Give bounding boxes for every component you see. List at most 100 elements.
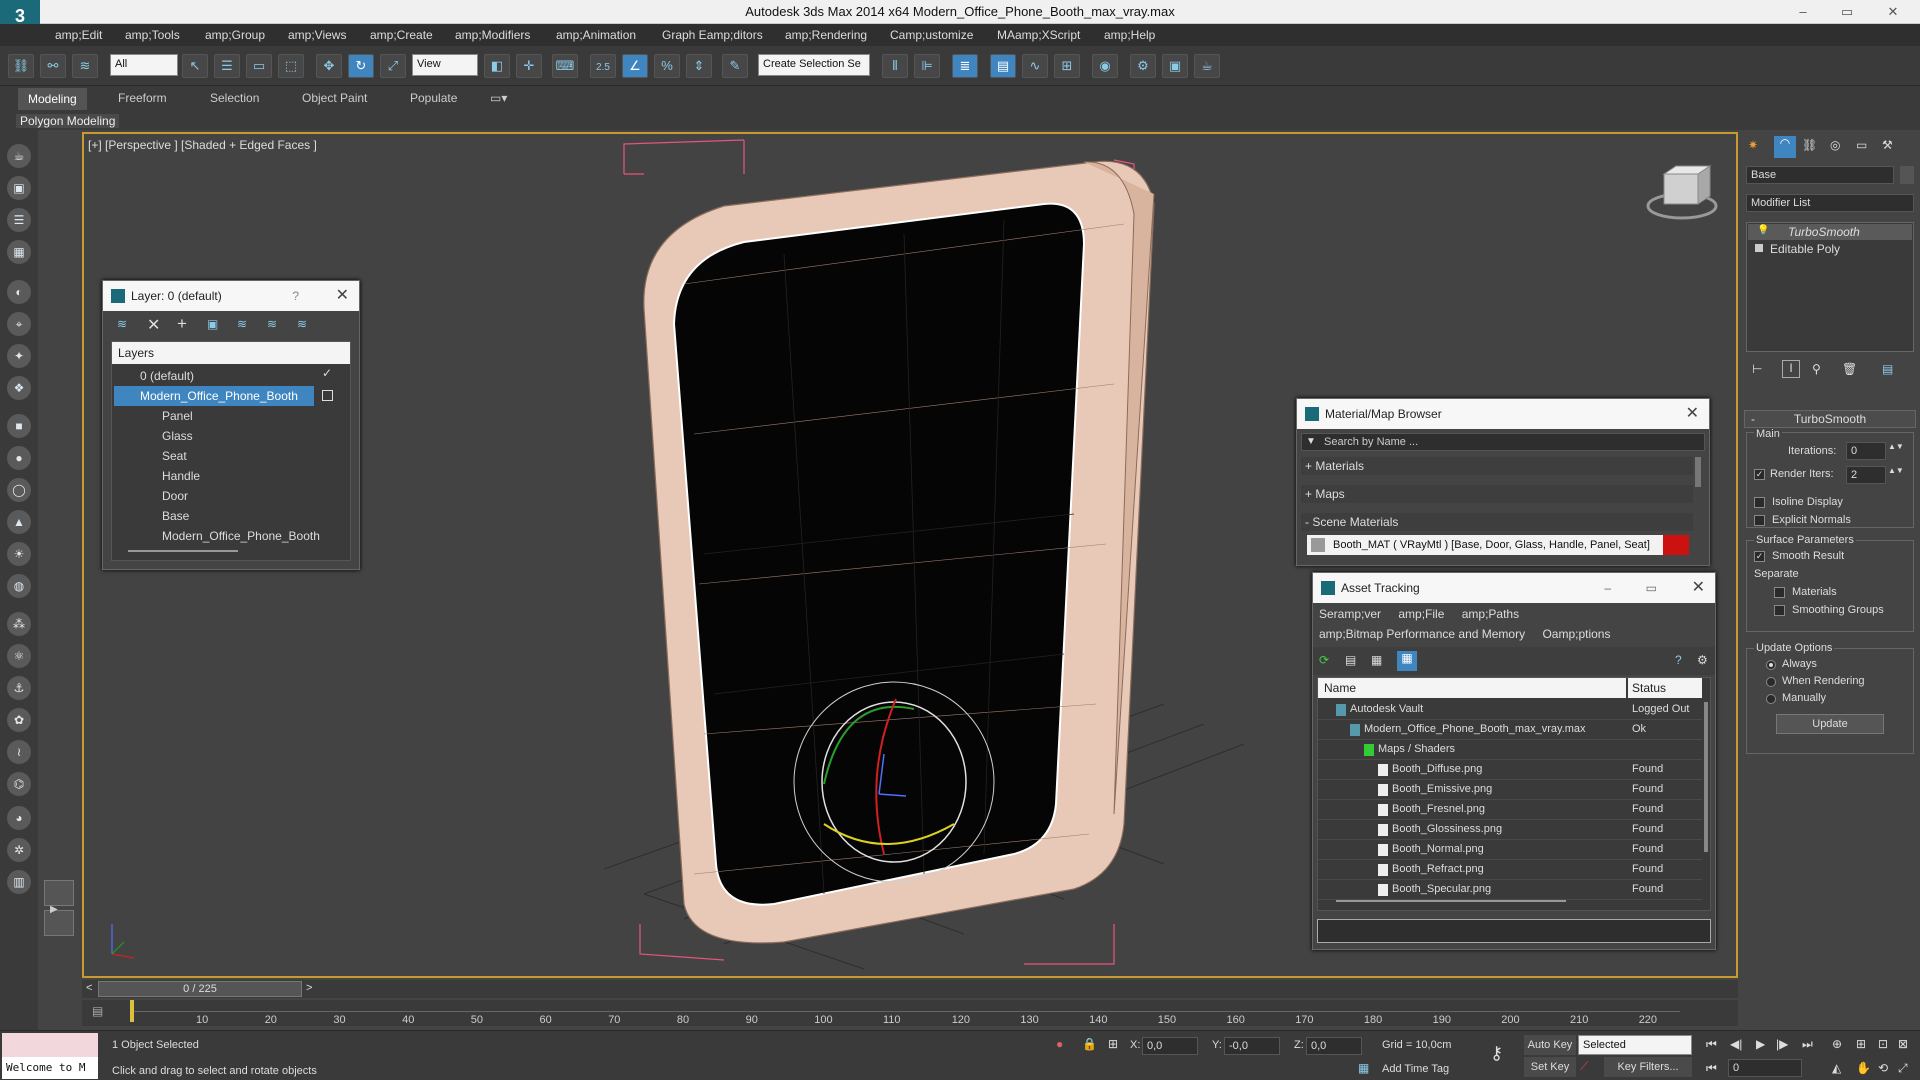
motion-tab-icon[interactable]: ◎ — [1830, 138, 1840, 152]
asset-maximize-button[interactable]: ▭ — [1646, 573, 1657, 603]
phone-booth-model[interactable] — [643, 160, 1155, 944]
separate-materials-checkbox[interactable] — [1774, 587, 1785, 598]
rotate-icon[interactable]: ↻ — [348, 54, 374, 78]
layer-window-close-button[interactable]: ✕ — [336, 281, 349, 311]
window-crossing-icon[interactable]: ⬚ — [278, 54, 304, 78]
select-object-icon[interactable]: ↖ — [182, 54, 208, 78]
sphere-icon[interactable]: ● — [7, 446, 31, 470]
search-options-icon[interactable]: ▼ — [1306, 436, 1316, 447]
viewport-layout-icon[interactable] — [44, 880, 74, 906]
separate-smoothing-checkbox[interactable] — [1774, 605, 1785, 616]
render-icon[interactable]: ▣ — [7, 176, 31, 200]
spinner-arrows-icon[interactable]: ▲▼ — [1888, 442, 1904, 451]
particles-icon[interactable]: ⁂ — [7, 612, 31, 636]
asset-path-field[interactable] — [1317, 919, 1711, 943]
utilities-tab-icon[interactable]: ⚒ — [1882, 138, 1893, 152]
asset-row[interactable]: Booth_Diffuse.png Found — [1318, 760, 1702, 780]
go-to-end-icon[interactable]: ⏭ — [1802, 1037, 1813, 1052]
vray-tools-icon[interactable]: ✲ — [7, 838, 31, 862]
help-icon[interactable]: ? — [1675, 653, 1682, 667]
maxscript-mini-listener[interactable]: Welcome to M — [2, 1057, 98, 1079]
menu-options[interactable]: Oamp;ptions — [1542, 627, 1610, 641]
delete-layer-icon[interactable]: ✕ — [147, 315, 160, 335]
vertical-scrollbar[interactable] — [1695, 457, 1701, 487]
lightbulb-icon[interactable]: 💡 — [1757, 225, 1769, 236]
stack-editable-poly[interactable]: Editable Poly — [1748, 241, 1912, 257]
menu-server[interactable]: Seramp;ver — [1319, 607, 1381, 621]
plant-icon[interactable]: ✿ — [7, 708, 31, 732]
mirror-icon[interactable]: ⫴ — [882, 54, 908, 78]
asset-row[interactable]: Booth_Glossiness.png Found — [1318, 820, 1702, 840]
light-icon[interactable]: ◐ — [7, 280, 31, 304]
schematic-view-icon[interactable]: ⊞ — [1054, 54, 1080, 78]
thumbnail-view-icon[interactable]: ▦ — [1371, 653, 1382, 667]
asset-row[interactable]: Booth_Emissive.png Found — [1318, 780, 1702, 800]
spacewarp-icon[interactable]: ❖ — [7, 376, 31, 400]
field-of-view-icon[interactable]: ◭ — [1832, 1061, 1841, 1075]
add-to-layer-icon[interactable]: + — [177, 314, 187, 334]
menu-graph-editors[interactable]: Graph Eamp;ditors — [662, 28, 763, 42]
name-column-header[interactable]: Name — [1318, 678, 1626, 698]
viewport-layout-alt-icon[interactable] — [44, 910, 74, 936]
grid-icon[interactable]: ▦ — [7, 240, 31, 264]
snap-toggle-icon[interactable]: 2.5 — [590, 54, 616, 78]
key-mode-toggle-icon[interactable]: ⏮ — [1706, 1061, 1717, 1076]
bind-spacewarp-icon[interactable]: ≋ — [72, 54, 98, 78]
percent-snap-icon[interactable]: % — [654, 54, 680, 78]
help-button[interactable]: ? — [292, 281, 299, 311]
menu-paths[interactable]: amp;Paths — [1462, 607, 1519, 621]
select-objects-in-layer-icon[interactable]: ▣ — [207, 317, 218, 331]
rendered-frame-window-icon[interactable]: ▣ — [1162, 54, 1188, 78]
pan-view-icon[interactable]: ✋ — [1856, 1061, 1871, 1075]
horizontal-scrollbar[interactable] — [1336, 900, 1566, 902]
scene-material-item[interactable]: Booth_MAT ( VRayMtl ) [Base, Door, Glass… — [1307, 535, 1689, 555]
previous-frame-icon[interactable]: ◀| — [1730, 1037, 1742, 1051]
keyboard-shortcut-icon[interactable]: ⌨ — [552, 54, 578, 78]
menu-tools[interactable]: amp;Tools — [125, 28, 180, 42]
box-icon[interactable]: ■ — [7, 414, 31, 438]
ribbon-options-icon[interactable]: ▭▾ — [490, 91, 507, 105]
menu-rendering[interactable]: amp;Rendering — [785, 28, 867, 42]
highlight-layer-icon[interactable]: ≋ — [237, 317, 247, 331]
object-color-swatch[interactable] — [1900, 166, 1914, 184]
next-frame-arrow-icon[interactable]: > — [306, 982, 312, 994]
vray-fb-icon[interactable]: ▥ — [7, 870, 31, 894]
rectangle-selection-icon[interactable]: ▭ — [246, 54, 272, 78]
isoline-display-checkbox[interactable] — [1754, 497, 1765, 508]
layer-row-selected[interactable]: Modern_Office_Phone_Booth — [114, 386, 314, 406]
tab-object-paint[interactable]: Object Paint — [302, 91, 367, 105]
layer-row[interactable]: 0 (default) — [140, 366, 194, 386]
layer-manager-icon[interactable]: ≣ — [952, 54, 978, 78]
isolate-selection-icon[interactable]: ● — [1056, 1037, 1063, 1051]
set-key-button[interactable]: Set Key — [1524, 1057, 1576, 1077]
iterations-spinner[interactable]: 0 — [1846, 442, 1886, 460]
update-manually-radio[interactable] — [1766, 694, 1776, 704]
remove-modifier-icon[interactable]: 🗑 — [1842, 362, 1857, 376]
menu-file[interactable]: amp;File — [1398, 607, 1444, 621]
render-iters-spinner[interactable]: 2 — [1846, 466, 1886, 484]
menu-group[interactable]: amp;Group — [205, 28, 265, 42]
modifier-list-dropdown[interactable]: Modifier List — [1746, 194, 1914, 212]
helper-icon[interactable]: ✦ — [7, 344, 31, 368]
menu-views[interactable]: amp;Views — [288, 28, 346, 42]
object-name-field[interactable]: Base — [1746, 166, 1894, 184]
play-icon[interactable]: ▶ — [1756, 1037, 1765, 1051]
unlink-icon[interactable]: ⚯ — [40, 54, 66, 78]
time-tag-icon[interactable]: ▦ — [1358, 1061, 1369, 1075]
zoom-all-icon[interactable]: ⊞ — [1856, 1037, 1866, 1051]
expand-toggle-icon[interactable] — [1755, 244, 1763, 252]
material-search-input[interactable]: ▼ Search by Name ... — [1301, 433, 1705, 451]
maps-group[interactable]: + Maps — [1301, 485, 1693, 503]
asset-row[interactable]: Maps / Shaders — [1318, 740, 1702, 760]
freeze-all-layers-icon[interactable]: ≋ — [297, 317, 307, 331]
update-button[interactable]: Update — [1776, 714, 1884, 734]
reference-coordinate-dropdown[interactable]: View — [412, 54, 478, 76]
horizontal-scrollbar[interactable] — [128, 550, 238, 552]
auto-key-button[interactable]: Auto Key — [1524, 1035, 1576, 1055]
view-cube[interactable] — [1646, 165, 1718, 220]
hierarchy-tab-icon[interactable]: ⛓ — [1802, 138, 1817, 152]
menu-edit[interactable]: amp;Edit — [55, 28, 102, 42]
layers-column-header[interactable]: Layers — [112, 342, 350, 364]
smooth-result-checkbox[interactable]: ✓ — [1754, 551, 1765, 562]
tab-selection[interactable]: Selection — [210, 91, 259, 105]
